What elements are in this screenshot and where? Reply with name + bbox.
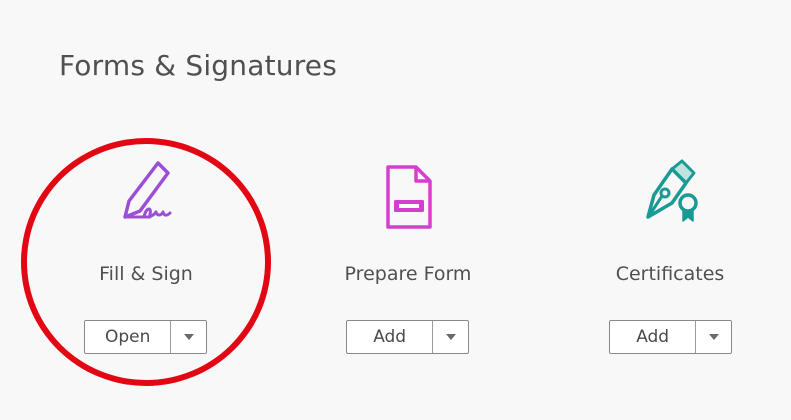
- certificate-pen-ribbon-icon[interactable]: [634, 155, 706, 235]
- tool-fill-sign: Fill & Sign Open: [31, 150, 261, 370]
- fill-sign-pen-icon[interactable]: [110, 155, 182, 235]
- chevron-down-icon[interactable]: [171, 321, 206, 353]
- forms-signatures-panel: Forms & Signatures Fill & Sign Open Prep…: [0, 0, 791, 420]
- chevron-down-icon[interactable]: [696, 321, 731, 353]
- tool-label-certificates: Certificates: [615, 263, 725, 285]
- section-title: Forms & Signatures: [59, 49, 338, 82]
- tool-prepare-form: Prepare Form Add: [293, 150, 523, 370]
- prepare-form-document-icon[interactable]: [372, 155, 444, 235]
- tool-label-prepare-form: Prepare Form: [344, 263, 472, 285]
- certificates-split-button[interactable]: Add: [609, 320, 732, 354]
- tool-certificates: Certificates Add: [555, 150, 785, 370]
- prepare-form-split-button[interactable]: Add: [346, 320, 469, 354]
- add-button[interactable]: Add: [610, 321, 697, 353]
- chevron-down-icon[interactable]: [433, 321, 468, 353]
- tool-label-fill-sign: Fill & Sign: [99, 263, 193, 285]
- open-button[interactable]: Open: [85, 321, 172, 353]
- add-button[interactable]: Add: [347, 321, 434, 353]
- open-split-button[interactable]: Open: [84, 320, 207, 354]
